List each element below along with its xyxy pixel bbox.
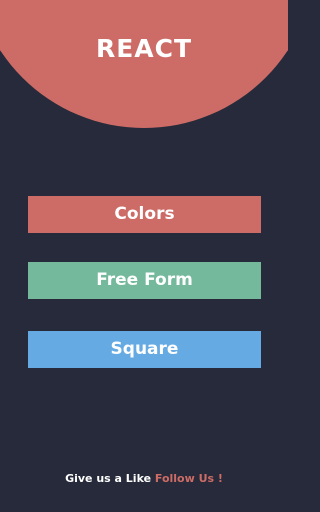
header-circle	[0, 0, 288, 128]
colors-button[interactable]: Colors	[28, 196, 261, 233]
footer: Give us a Like Follow Us !	[0, 472, 288, 485]
free-form-button[interactable]: Free Form	[28, 262, 261, 299]
follow-us-link[interactable]: Follow Us !	[155, 472, 223, 485]
footer-prompt: Give us a Like	[65, 472, 152, 485]
app-title: REACT	[95, 34, 193, 63]
square-button[interactable]: Square	[28, 331, 261, 368]
app-screen: REACT Colors Free Form Square Give us a …	[0, 0, 288, 512]
